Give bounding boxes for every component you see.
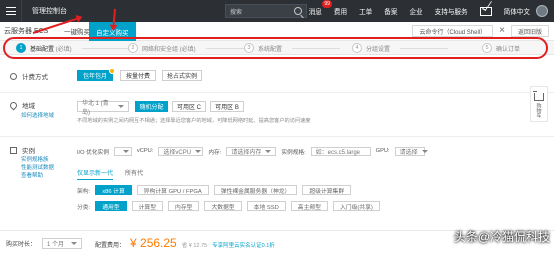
cart-icon [533,91,544,101]
category-shared-entry[interactable]: 入门级(共享) [332,201,380,211]
tab-new-generation[interactable]: 仅显示新一代 [77,168,114,180]
region-select[interactable]: 华北 1 (青岛) [77,101,129,116]
arch-bare-metal[interactable]: 弹性裸金属服务器（神龙） [213,185,298,195]
io-optimized-select[interactable] [113,146,132,156]
category-memory[interactable]: 内存型 [168,201,200,211]
gpu-label: GPU: [375,148,390,154]
chevron-down-icon [421,149,428,153]
zone-random-button[interactable]: 随机分配 [135,101,168,112]
divider [0,136,554,137]
arch-heterogeneous[interactable]: 异构计算 GPU / FPGA [136,185,209,195]
recommended-dot-icon [109,68,115,74]
arch-super-computing[interactable]: 超级计算集群 [302,185,352,195]
menu-icon [5,7,16,15]
price-savings: 省 ¥ 12.75 [181,243,208,249]
vcpu-select[interactable]: 选择vCPU [158,146,204,156]
gpu-select[interactable]: 请选择 [394,146,428,156]
chevron-down-icon [71,242,78,245]
memory-select[interactable]: 请选择内存 [226,146,277,156]
instance-link-family[interactable]: 实例规格族 [21,156,54,164]
search-placeholder: 搜索 [230,9,243,16]
billing-payg-button[interactable]: 按量付费 [120,70,156,81]
instance-filters: I/O 优化实例 vCPU: 选择vCPU 内存: 请选择内存 实例规格: 如：… [77,146,428,156]
watermark-text: 头条@冷猫侃科技 [453,230,550,244]
nav-enterprise[interactable]: 企业 [403,6,428,16]
billing-monthly-button[interactable]: 包年包月 [77,68,115,81]
shopping-cart-sidebar[interactable]: 购物车 [530,86,548,122]
return-old-version-button[interactable]: 返回旧版 [510,25,549,37]
generation-tabs: 仅显示新一代 所有代 [77,168,143,180]
nav-tickets[interactable]: 工单 [353,6,378,16]
architecture-label: 架构: [77,188,91,195]
chevron-down-icon [118,105,124,108]
nav-billing[interactable]: 费用 [328,6,353,16]
chevron-down-icon [195,149,202,153]
chevron-down-icon [122,149,129,153]
zone-b-button[interactable]: 可用区 B [210,101,244,112]
duration-label: 购买时长： [6,242,37,248]
nav-support[interactable]: 支持与服务 [429,6,474,16]
subbar-actions: 云命令行（Cloud Shell） × 返回旧版 [412,25,549,37]
category-label: 分类: [77,204,91,211]
instance-links: 实例规格族 性能测试数据 查看帮助 [21,156,54,180]
console-title[interactable]: 管理控制台 [22,6,77,16]
divider [0,92,554,93]
tab-one-click-purchase[interactable]: 一键购买 [64,26,90,36]
category-big-data[interactable]: 大数据型 [204,201,242,211]
spec-name-input[interactable]: 如：ecs.c5.large [310,146,371,156]
spec-name-label: 实例规格: [281,149,306,156]
price-amount: ¥ 256.25 [130,236,177,250]
duration-select[interactable]: 1 个月 [42,238,83,249]
mail-icon[interactable] [479,6,492,16]
memory-label: 内存: [208,149,222,156]
category-local-ssd[interactable]: 本地 SSD [246,201,286,211]
billing-preemptible-button[interactable]: 抢占式实例 [162,70,202,81]
architecture-options: 架构: x86 计算 异构计算 GPU / FPGA 弹性裸金属服务器（神龙） … [77,185,352,195]
price-summary: 配置费用： ¥ 256.25 省 ¥ 12.75 专享阿里云实名认证0.1折 [95,236,275,250]
category-general[interactable]: 通用型 [95,201,127,211]
search-icon[interactable] [294,7,302,15]
nav-language[interactable]: 简体中文 [498,6,536,16]
region-note: 不同地域的实例之间内网互不相通；选择靠近您客户的地域，可降低网络时延、提高您客户… [77,118,311,124]
billing-icon [10,72,17,80]
duration-control: 购买时长： 1 个月 [6,238,83,249]
region-section-label: 地域 [8,100,35,110]
tab-all-generations[interactable]: 所有代 [125,168,143,180]
nav-icp[interactable]: 备案 [378,6,403,16]
zone-c-button[interactable]: 可用区 C [172,101,206,112]
chevron-down-icon [265,149,272,153]
instance-section-label: 实例 [10,145,35,155]
instance-link-benchmark[interactable]: 性能测试数据 [21,164,54,172]
app-menu-button[interactable] [0,0,22,22]
location-pin-icon [8,100,19,110]
annotation-highlight-ellipse [3,37,548,59]
nav-messages[interactable]: 消息 99 [303,0,332,16]
billing-section-label: 计费方式 [10,71,48,81]
arch-x86[interactable]: x86 计算 [95,185,132,195]
promo-text[interactable]: 专享阿里云实名认证0.1折 [212,241,275,249]
category-options: 分类: 通用型 计算型 内存型 大数据型 本地 SSD 高主频型 入门级(共享) [77,201,380,211]
server-icon [10,146,17,154]
avatar[interactable] [536,5,548,17]
instance-link-help[interactable]: 查看帮助 [21,172,54,180]
cloud-shell-button[interactable]: 云命令行（Cloud Shell） [412,25,494,37]
price-label: 配置费用： [95,243,126,249]
io-optimized-label: I/O 优化实例 [77,149,109,156]
top-right-nav: 消息 99 费用 工单 备案 企业 支持与服务 简体中文 [303,0,554,22]
vcpu-label: vCPU: [136,148,154,154]
category-compute[interactable]: 计算型 [131,201,164,211]
region-help-link[interactable]: 如何选择地域 [21,112,54,120]
search-box[interactable]: 搜索 [225,4,307,18]
category-high-frequency[interactable]: 高主频型 [290,201,328,211]
close-icon[interactable]: × [499,26,505,36]
cart-label: 购物车 [535,103,542,118]
